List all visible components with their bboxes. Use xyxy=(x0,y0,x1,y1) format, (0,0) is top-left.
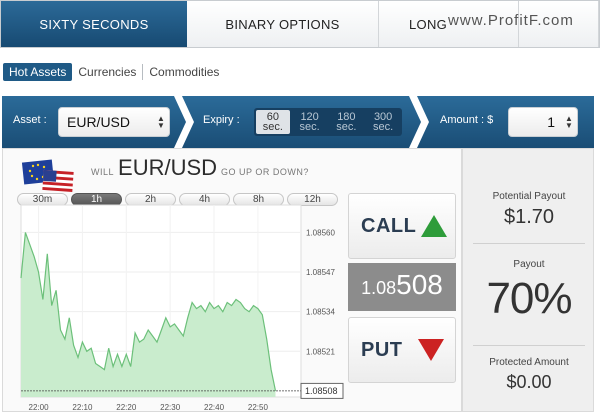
expiry-option-300[interactable]: 300 sec. xyxy=(366,110,400,134)
y-tick-label: 1.08521 xyxy=(306,347,335,356)
arrow-down-icon xyxy=(417,339,444,361)
x-tick-label: 22:50 xyxy=(248,403,269,412)
divider xyxy=(473,243,585,244)
x-tick-label: 22:00 xyxy=(29,403,50,412)
potential-payout-value: $1.70 xyxy=(503,206,555,228)
y-tick-label: 1.08560 xyxy=(306,228,335,237)
y-tick-label: 1.08547 xyxy=(306,268,335,277)
watermark-text: www.ProfitF.com xyxy=(448,12,574,29)
chevron-right-icon xyxy=(409,96,429,148)
trade-panel: WILL EUR/USD GO UP OR DOWN? 30m 1h 2h 4h… xyxy=(2,148,462,412)
current-price-tag: 1.08508 xyxy=(300,382,344,399)
asset-select[interactable]: EUR/USD ▲ ▼ xyxy=(58,107,170,137)
x-tick-label: 22:20 xyxy=(116,403,137,412)
asset-category-nav: Hot Assets Currencies Commodities xyxy=(0,62,225,82)
put-label: PUT xyxy=(361,338,403,361)
current-price-display: 1.08 508 xyxy=(348,263,456,311)
expiry-selector: 60 sec. 120 sec. 180 sec. 300 sec. xyxy=(254,108,402,136)
subnav-currencies[interactable]: Currencies xyxy=(72,63,142,81)
stepper-arrows-icon[interactable]: ▲ ▼ xyxy=(561,115,577,130)
current-price-tag-label: 1.08508 xyxy=(305,386,338,396)
divider xyxy=(473,345,585,346)
amount-stepper[interactable]: 1 ▲ ▼ xyxy=(508,107,578,137)
payout-panel: Potential Payout $1.70 Payout 70% Protec… xyxy=(462,148,594,412)
question-prefix: WILL xyxy=(91,167,115,177)
subnav-commodities[interactable]: Commodities xyxy=(143,63,225,81)
expiry-option-120[interactable]: 120 sec. xyxy=(293,110,327,134)
tab-binary-options[interactable]: BINARY OPTIONS xyxy=(187,1,379,47)
asset-select-value: EUR/USD xyxy=(67,114,131,130)
price-tail: 508 xyxy=(396,269,443,300)
question-pair: EUR/USD xyxy=(118,155,218,180)
amount-label: Amount : $ xyxy=(440,114,494,126)
y-tick-label: 1.08534 xyxy=(306,308,335,317)
x-tick-label: 22:10 xyxy=(72,403,93,412)
expiry-option-60[interactable]: 60 sec. xyxy=(256,110,290,134)
call-label: CALL xyxy=(361,214,417,237)
subnav-hot-assets[interactable]: Hot Assets xyxy=(3,63,73,81)
amount-value: 1 xyxy=(547,114,555,130)
put-button[interactable]: PUT xyxy=(348,317,456,383)
payout-value: 70% xyxy=(486,274,572,323)
question-suffix: GO UP OR DOWN? xyxy=(221,167,309,177)
price-chart: 1.08560 1.08547 1.08534 1.08521 22:00 22:10 2… xyxy=(20,204,344,412)
call-button[interactable]: CALL xyxy=(348,193,456,259)
arrow-up-icon xyxy=(421,215,448,237)
payout-rate: Payout 70% xyxy=(463,259,595,324)
protected-amount-label: Protected Amount xyxy=(489,357,569,368)
payout-label: Payout xyxy=(513,259,545,270)
protected-amount: Protected Amount $0.00 xyxy=(463,357,595,393)
chevron-right-icon xyxy=(174,96,194,148)
price-lead: 1.08 xyxy=(361,278,397,298)
expiry-label: Expiry : xyxy=(203,114,240,126)
trade-control-bar: Asset : EUR/USD ▲ ▼ Expiry : 60 sec. 120 se… xyxy=(2,96,594,148)
tab-sixty-seconds[interactable]: SIXTY SECONDS xyxy=(1,1,187,47)
select-arrows-icon: ▲ ▼ xyxy=(157,114,165,130)
direction-question: WILL EUR/USD GO UP OR DOWN? xyxy=(91,155,309,181)
asset-label: Asset : xyxy=(13,114,47,126)
x-tick-label: 22:40 xyxy=(204,403,225,412)
potential-payout-label: Potential Payout xyxy=(492,191,566,202)
protected-amount-value: $0.00 xyxy=(506,372,552,392)
potential-payout: Potential Payout $1.70 xyxy=(463,191,595,229)
x-tick-label: 22:30 xyxy=(160,403,181,412)
expiry-option-180[interactable]: 180 sec. xyxy=(330,110,364,134)
